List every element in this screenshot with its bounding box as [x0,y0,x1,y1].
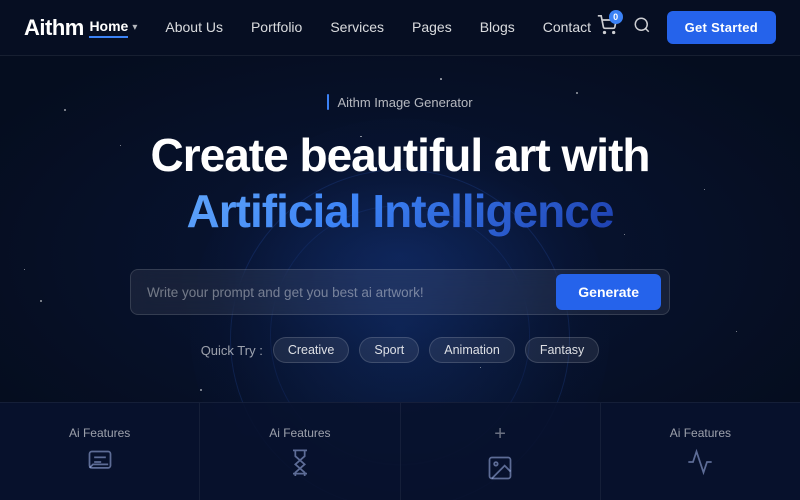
nav-link-home[interactable]: Home [89,18,128,38]
nav-item-about[interactable]: About Us [165,19,223,37]
plus-icon: + [494,423,506,446]
hero-label-text: Aithm Image Generator [337,95,472,110]
chevron-down-icon: ▾ [132,22,137,33]
tag-sport[interactable]: Sport [359,337,419,363]
tag-fantasy[interactable]: Fantasy [525,337,599,363]
search-icon[interactable] [633,16,651,39]
cart-badge: 0 [609,10,623,24]
label-bar [327,94,329,110]
navbar: Aithm Home ▾ About Us Portfolio Services… [0,0,800,56]
feature-item-4[interactable]: Ai Features [601,403,800,500]
image-gen-icon [486,454,514,486]
nav-item-home[interactable]: Home ▾ [89,18,137,38]
quick-try: Quick Try : Creative Sport Animation Fan… [201,337,600,363]
nav-link-blogs[interactable]: Blogs [480,19,515,35]
nav-item-contact[interactable]: Contact [543,19,591,37]
features-bar: Ai Features Ai Features + Ai Features [0,402,800,500]
feature-item-2[interactable]: Ai Features [200,403,400,500]
nav-right: 0 Get Started [597,11,776,44]
nav-link-portfolio[interactable]: Portfolio [251,19,302,35]
nav-item-blogs[interactable]: Blogs [480,19,515,37]
hero-label: Aithm Image Generator [327,94,472,110]
feature-item-3[interactable]: + [401,403,601,500]
nav-link-about[interactable]: About Us [165,19,223,35]
hero-title-line2: Artificial Intelligence [187,185,614,238]
quick-try-label: Quick Try : [201,343,263,358]
feature-label-2: Ai Features [269,426,330,440]
tag-animation[interactable]: Animation [429,337,515,363]
nav-item-pages[interactable]: Pages [412,19,452,37]
nav-item-portfolio[interactable]: Portfolio [251,19,302,37]
hero-content: Aithm Image Generator Create beautiful a… [0,94,800,395]
hero-section: Aithm Image Generator Create beautiful a… [0,56,800,500]
nav-link-services[interactable]: Services [330,19,384,35]
nav-link-contact[interactable]: Contact [543,19,591,35]
generate-button[interactable]: Generate [556,274,661,310]
nav-links: Home ▾ About Us Portfolio Services Pages… [89,18,591,38]
chart-icon [686,448,714,480]
get-started-button[interactable]: Get Started [667,11,776,44]
feature-label-1: Ai Features [69,426,130,440]
tag-creative[interactable]: Creative [273,337,350,363]
prompt-input[interactable] [147,272,552,313]
hero-title-line1: Create beautiful art with [151,130,650,181]
feature-label-4: Ai Features [670,426,731,440]
feature-item-1[interactable]: Ai Features [0,403,200,500]
chat-icon [86,448,114,480]
hero-search-bar: Generate [130,269,670,315]
brand-logo[interactable]: Aithm [24,15,84,41]
hourglass-icon [286,448,314,480]
nav-item-services[interactable]: Services [330,19,384,37]
nav-link-pages[interactable]: Pages [412,19,452,35]
cart-button[interactable]: 0 [597,15,617,40]
